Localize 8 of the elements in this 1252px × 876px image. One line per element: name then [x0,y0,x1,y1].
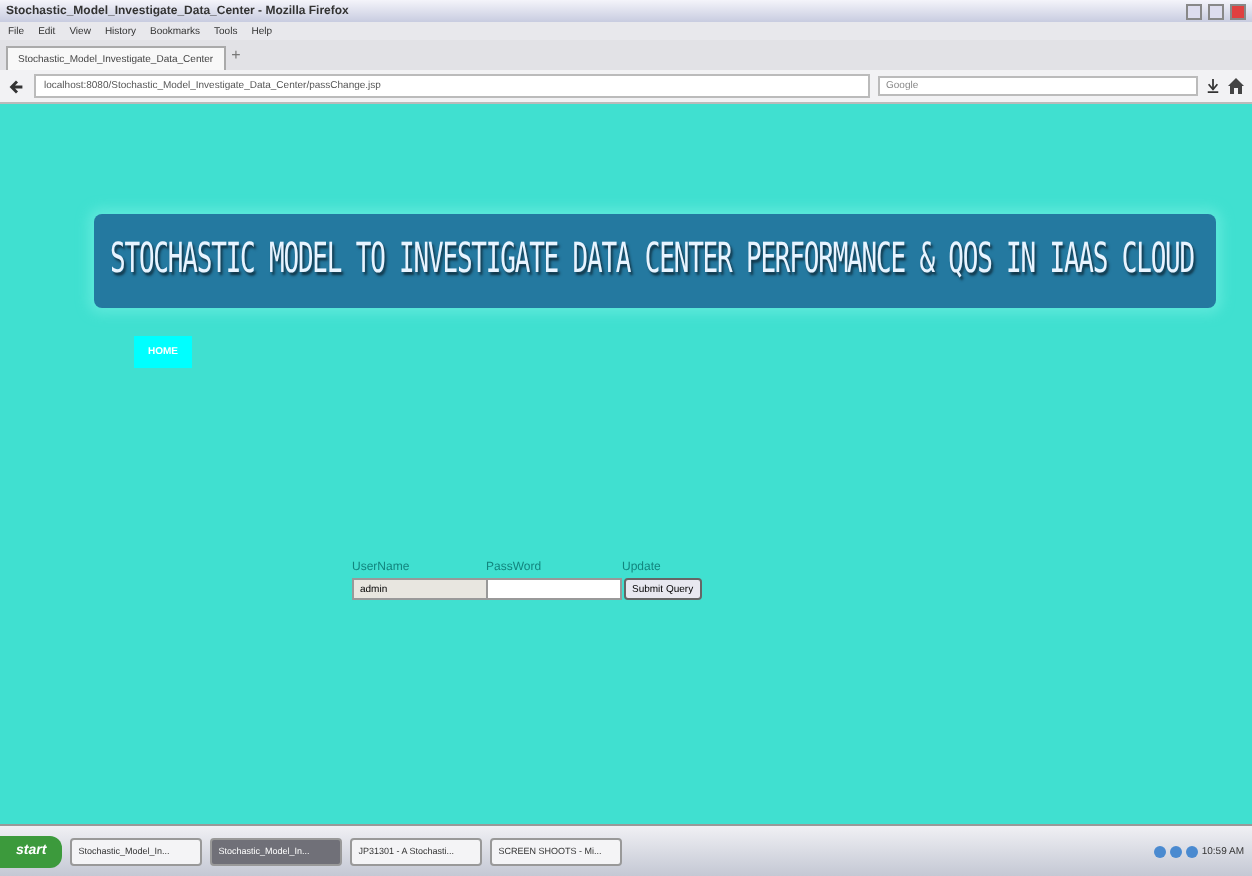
home-icon[interactable] [1228,78,1244,94]
minimize-icon[interactable] [1186,3,1202,19]
download-icon[interactable] [1206,78,1220,94]
maximize-icon[interactable] [1208,3,1224,19]
close-icon[interactable] [1230,3,1246,19]
banner-title: STOCHASTIC MODEL TO INVESTIGATE DATA CENTER PERFORMANCE & QOS IN IAAS CLOUD [110,237,1195,285]
back-icon[interactable] [8,77,26,95]
password-field[interactable] [486,578,622,600]
